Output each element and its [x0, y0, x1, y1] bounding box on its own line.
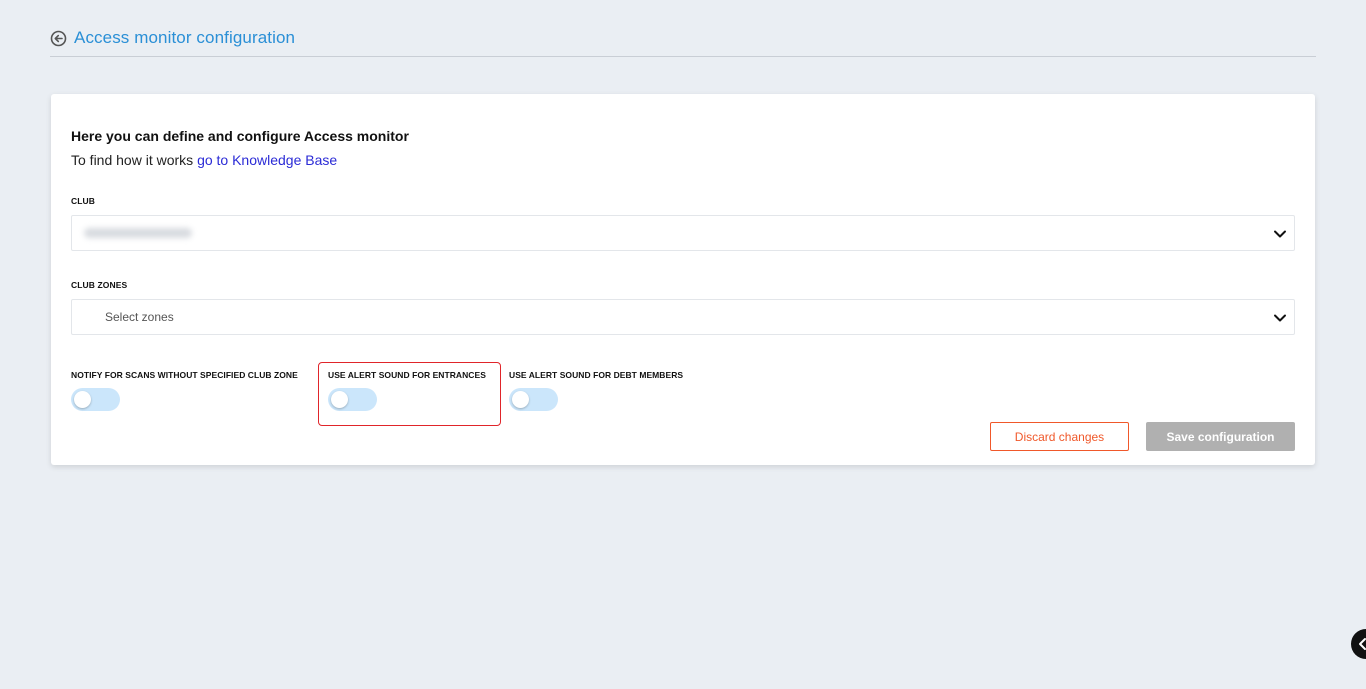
chevron-left-icon — [1359, 638, 1366, 650]
club-zones-label: CLUB ZONES — [71, 280, 128, 290]
club-zones-select[interactable]: Select zones — [71, 299, 1295, 335]
alert-entrances-toggle[interactable] — [328, 388, 377, 411]
page-header: Access monitor configuration — [50, 24, 1316, 57]
arrow-circle-left-icon — [50, 30, 67, 47]
toggle-label: NOTIFY FOR SCANS WITHOUT SPECIFIED CLUB … — [71, 370, 298, 380]
club-value-redacted — [84, 228, 192, 238]
intro-text: To find how it works go to Knowledge Bas… — [71, 152, 337, 168]
notify-scans-toggle[interactable] — [71, 388, 120, 411]
club-label: CLUB — [71, 196, 96, 206]
club-zones-placeholder: Select zones — [105, 310, 174, 324]
toggle-group-alert-debt: USE ALERT SOUND FOR DEBT MEMBERS — [509, 370, 683, 411]
toggle-label: USE ALERT SOUND FOR ENTRANCES — [328, 370, 486, 380]
toggle-group-notify-scans: NOTIFY FOR SCANS WITHOUT SPECIFIED CLUB … — [71, 370, 298, 411]
chevron-down-icon — [1272, 226, 1288, 242]
alert-debt-toggle[interactable] — [509, 388, 558, 411]
save-configuration-button[interactable]: Save configuration — [1146, 422, 1295, 451]
toggle-group-alert-entrances: USE ALERT SOUND FOR ENTRANCES — [328, 370, 486, 411]
intro-title: Here you can define and configure Access… — [71, 128, 409, 144]
page-title: Access monitor configuration — [74, 28, 296, 47]
config-card: Here you can define and configure Access… — [51, 94, 1315, 465]
toggle-knob — [331, 391, 348, 408]
knowledge-base-link[interactable]: go to Knowledge Base — [197, 152, 337, 168]
discard-changes-button[interactable]: Discard changes — [990, 422, 1129, 451]
club-select[interactable] — [71, 215, 1295, 251]
toggle-knob — [74, 391, 91, 408]
chevron-down-icon — [1272, 310, 1288, 326]
back-button[interactable]: Access monitor configuration — [50, 24, 295, 48]
toggle-knob — [512, 391, 529, 408]
intro-text-prefix: To find how it works — [71, 152, 198, 168]
help-chat-button[interactable] — [1351, 629, 1366, 659]
toggle-label: USE ALERT SOUND FOR DEBT MEMBERS — [509, 370, 684, 380]
